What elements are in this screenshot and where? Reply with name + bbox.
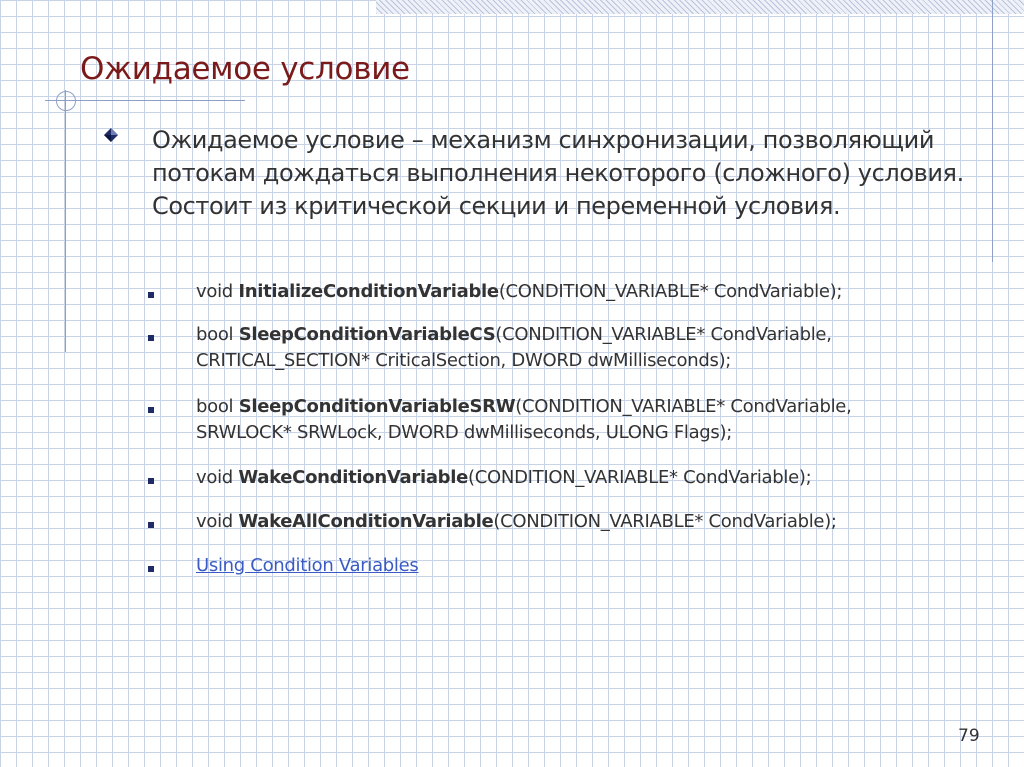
slide-title: Ожидаемое условие xyxy=(80,51,410,87)
function-args-continued: CRITICAL_SECTION* CriticalSection, DWORD… xyxy=(196,350,732,371)
main-bullet-text: Ожидаемое условие – механизм синхронизац… xyxy=(152,126,964,220)
list-item: Using Condition Variables xyxy=(148,553,998,579)
function-name: WakeConditionVariable xyxy=(238,467,469,488)
return-type: bool xyxy=(196,396,239,417)
decorative-top-band xyxy=(376,0,1024,14)
decorative-circle xyxy=(56,91,76,111)
square-bullet-icon xyxy=(148,478,154,484)
function-list: void InitializeConditionVariable(CONDITI… xyxy=(148,279,998,579)
using-condition-variables-link[interactable]: Using Condition Variables xyxy=(196,555,419,576)
function-args-continued: SRWLOCK* SRWLock, DWORD dwMilliseconds, … xyxy=(196,422,732,443)
page-number: 79 xyxy=(958,726,980,746)
function-args: (CONDITION_VARIABLE* CondVariable); xyxy=(468,467,812,488)
function-args: (CONDITION_VARIABLE* CondVariable, xyxy=(515,396,852,417)
square-bullet-icon xyxy=(148,335,154,341)
square-bullet-icon xyxy=(148,566,154,572)
function-args: (CONDITION_VARIABLE* CondVariable, xyxy=(495,324,832,345)
return-type: void xyxy=(196,511,239,532)
function-args: (CONDITION_VARIABLE* CondVariable); xyxy=(498,281,843,302)
diamond-bullet-icon xyxy=(103,127,119,147)
list-item: bool SleepConditionVariableSRW(CONDITION… xyxy=(148,394,998,446)
function-name: WakeAllConditionVariable xyxy=(238,511,494,532)
square-bullet-icon xyxy=(148,292,154,298)
square-bullet-icon xyxy=(148,522,154,528)
decorative-left-line xyxy=(65,90,66,352)
list-item: void WakeConditionVariable(CONDITION_VAR… xyxy=(148,465,998,491)
list-item: bool SleepConditionVariableCS(CONDITION_… xyxy=(148,322,998,374)
function-name: SleepConditionVariableSRW xyxy=(238,396,516,417)
return-type: void xyxy=(196,467,239,488)
square-bullet-icon xyxy=(148,407,154,413)
function-args: (CONDITION_VARIABLE* CondVariable); xyxy=(493,511,837,532)
function-name: InitializeConditionVariable xyxy=(238,281,499,302)
list-item: void WakeAllConditionVariable(CONDITION_… xyxy=(148,509,998,535)
list-item: void InitializeConditionVariable(CONDITI… xyxy=(148,279,998,305)
return-type: void xyxy=(196,281,239,302)
return-type: bool xyxy=(196,324,239,345)
function-name: SleepConditionVariableCS xyxy=(238,324,496,345)
